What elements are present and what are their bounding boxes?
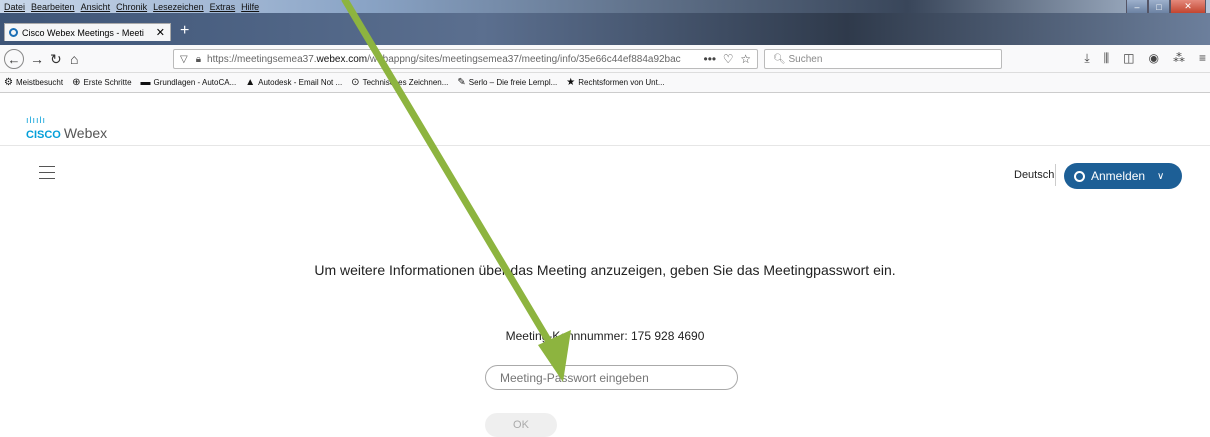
cisco-webex-logo: ılıılı CISCO Webex bbox=[26, 115, 107, 143]
bookmark-label: Grundlagen - AutoCA... bbox=[153, 78, 237, 87]
sidebar-icon[interactable]: ◫ bbox=[1123, 51, 1134, 66]
reload-icon[interactable]: ↻ bbox=[50, 51, 62, 68]
webex-icon bbox=[1074, 170, 1085, 182]
bookmark-label: Rechtsformen von Unt... bbox=[578, 78, 665, 87]
minimize-icon[interactable]: – bbox=[1126, 0, 1148, 14]
library-icon[interactable]: ⫼ bbox=[1104, 51, 1110, 66]
bookmark-item[interactable]: ⊕ Erste Schritte bbox=[72, 77, 131, 88]
ok-button[interactable]: OK bbox=[485, 413, 557, 437]
bookmark-item[interactable]: ✎ Serlo – Die freie Lernpl... bbox=[457, 77, 557, 88]
bookmark-item[interactable]: ⚙ Meistbesucht bbox=[4, 77, 63, 88]
bookmark-icon: ▲ bbox=[245, 77, 256, 88]
bookmark-label: Technisches Zeichnen... bbox=[362, 78, 449, 87]
bookmark-icon: ⚙ bbox=[4, 77, 13, 88]
account-icon[interactable]: ◉ bbox=[1149, 51, 1159, 66]
menu-bearbeiten[interactable]: Bearbeiten bbox=[31, 2, 75, 12]
menu-lesezeichen[interactable]: Lesezeichen bbox=[153, 2, 204, 12]
webex-favicon-icon bbox=[9, 28, 18, 37]
cisco-wordmark: CISCO bbox=[26, 129, 61, 141]
window-controls: – □ ✕ bbox=[1126, 0, 1206, 14]
home-icon[interactable]: ⌂ bbox=[70, 51, 78, 67]
bookmark-label: Serlo – Die freie Lernpl... bbox=[468, 78, 558, 87]
search-icon: 🔍︎ bbox=[773, 53, 786, 65]
menu-datei[interactable]: Datei bbox=[4, 2, 25, 12]
pocket-icon[interactable]: ♡ bbox=[723, 52, 734, 66]
chevron-down-icon: ∨ bbox=[1157, 170, 1165, 182]
signin-label: Anmelden bbox=[1091, 169, 1146, 183]
bookmark-label: Autodesk - Email Not ... bbox=[258, 78, 343, 87]
info-text: Um weitere Informationen über das Meetin… bbox=[314, 262, 896, 278]
menu-extras[interactable]: Extras bbox=[210, 2, 236, 12]
password-input[interactable] bbox=[485, 365, 738, 390]
nav-bar: ← → ↻ ⌂ ▽ 🔒︎ https://meetingsemea37.webe… bbox=[0, 45, 1210, 73]
new-tab-icon[interactable]: + bbox=[180, 22, 189, 40]
menu-bar: Datei Bearbeiten Ansicht Chronik Lesezei… bbox=[0, 0, 1210, 14]
page-actions-icon[interactable]: ••• bbox=[704, 52, 717, 66]
download-icon[interactable]: ⤓ bbox=[1084, 51, 1089, 66]
signin-button[interactable]: Anmelden ∨ bbox=[1064, 163, 1182, 189]
extensions-icon[interactable]: ⁂ bbox=[1173, 51, 1185, 66]
lock-icon: 🔒︎ bbox=[195, 53, 202, 65]
bookmarks-bar: ⚙ Meistbesucht ⊕ Erste Schritte ▬ Grundlagen … bbox=[0, 73, 1210, 93]
url-bar[interactable]: ▽ 🔒︎ https://meetingsemea37.webex.com/we… bbox=[173, 49, 758, 69]
menu-icon[interactable]: ≡ bbox=[1199, 51, 1206, 66]
bookmark-item[interactable]: ▬ Grundlagen - AutoCA... bbox=[141, 77, 237, 88]
hamburger-menu-icon[interactable] bbox=[39, 166, 55, 184]
toolbar-icons: ⤓ ⫼ ◫ ◉ ⁂ ≡ bbox=[1084, 51, 1206, 66]
bookmark-label: Meistbesucht bbox=[15, 78, 64, 87]
maximize-icon[interactable]: □ bbox=[1148, 0, 1170, 14]
bookmark-icon: ⊙ bbox=[351, 77, 360, 88]
search-bar[interactable]: 🔍︎ Suchen bbox=[764, 49, 1002, 69]
bookmark-item[interactable]: ⊙ Technisches Zeichnen... bbox=[351, 77, 448, 88]
webex-wordmark: Webex bbox=[63, 125, 108, 141]
language-selector[interactable]: Deutsch bbox=[1014, 169, 1054, 181]
bookmark-icon: ★ bbox=[566, 77, 576, 88]
tab-webex[interactable]: Cisco Webex Meetings - Meeti ✕ bbox=[4, 23, 171, 41]
close-window-icon[interactable]: ✕ bbox=[1170, 0, 1206, 14]
webex-header bbox=[0, 94, 1210, 146]
url-text: https://meetingsemea37.webex.com/webappn… bbox=[207, 53, 681, 65]
menu-hilfe[interactable]: Hilfe bbox=[241, 2, 259, 12]
search-placeholder: Suchen bbox=[788, 53, 823, 65]
tab-bar: Cisco Webex Meetings - Meeti ✕ + bbox=[0, 13, 1210, 45]
back-icon[interactable]: ← bbox=[4, 49, 24, 69]
forward-icon[interactable]: → bbox=[30, 51, 44, 67]
shield-icon: ▽ bbox=[180, 53, 188, 65]
tab-title: Cisco Webex Meetings - Meeti bbox=[22, 27, 144, 38]
bookmark-star-icon[interactable]: ☆ bbox=[740, 52, 751, 66]
bookmark-icon: ✎ bbox=[457, 77, 466, 88]
cisco-bars-icon: ılıılı bbox=[26, 115, 47, 125]
tab-close-icon[interactable]: ✕ bbox=[156, 26, 165, 39]
bookmark-item[interactable]: ★ Rechtsformen von Unt... bbox=[566, 77, 664, 88]
bookmark-icon: ▬ bbox=[140, 77, 151, 88]
menu-chronik[interactable]: Chronik bbox=[116, 2, 147, 12]
menu-ansicht[interactable]: Ansicht bbox=[81, 2, 111, 12]
url-actions: ••• ♡ ☆ bbox=[704, 52, 751, 66]
bookmark-label: Erste Schritte bbox=[83, 78, 132, 87]
meeting-number: Meeting-Kennnummer: 175 928 4690 bbox=[505, 329, 705, 343]
bookmark-icon: ⊕ bbox=[72, 77, 81, 88]
bookmark-item[interactable]: ▲ Autodesk - Email Not ... bbox=[245, 77, 342, 88]
divider bbox=[1055, 164, 1056, 186]
